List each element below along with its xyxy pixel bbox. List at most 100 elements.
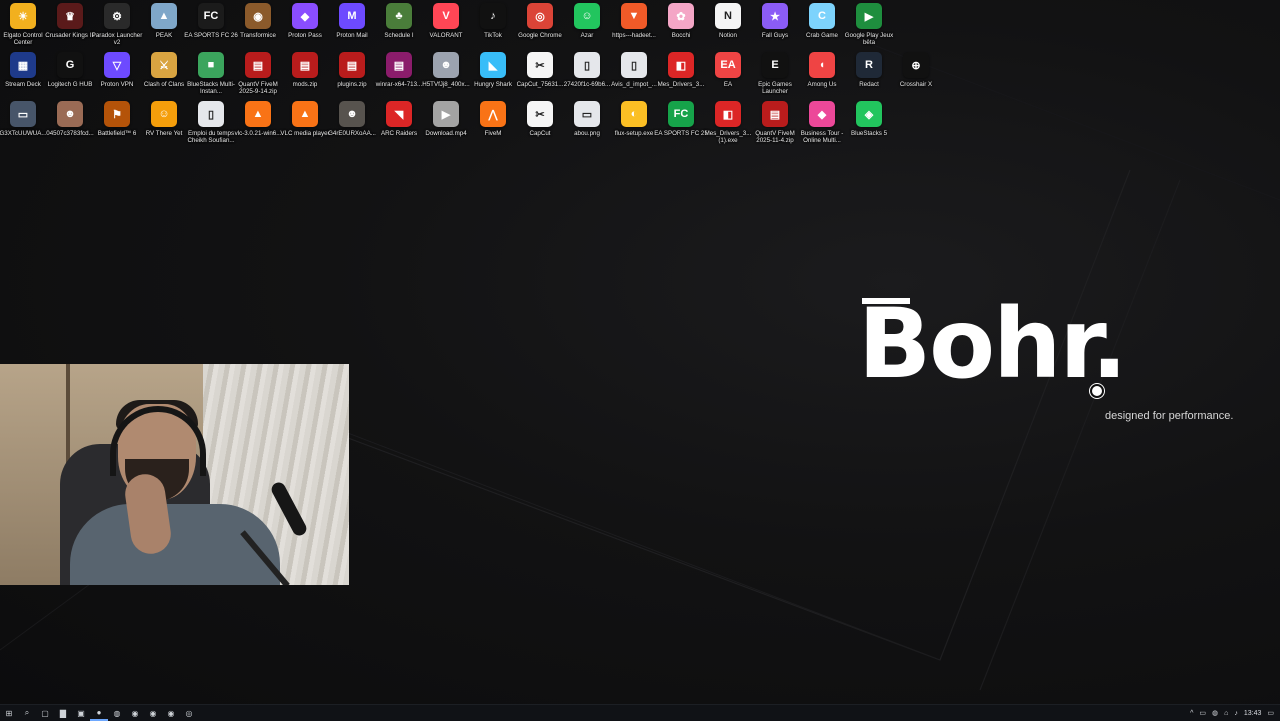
desktop-icon[interactable]: ▽ Proton VPN — [94, 52, 140, 88]
desktop-icon[interactable]: ▤ winrar-x64-713... — [376, 52, 422, 88]
desktop-icon[interactable]: ▶ Download.mp4 — [423, 101, 469, 137]
desktop-icon[interactable]: ⚔ Clash of Clans — [141, 52, 187, 88]
tray-network-icon[interactable]: ◍ — [1210, 709, 1220, 717]
tray-chevron-icon[interactable]: ^ — [1188, 710, 1195, 717]
desktop-icon[interactable]: ▯ Emploi du temps Cheikh Soufian... — [187, 101, 235, 144]
steam-icon[interactable]: ◎ — [180, 705, 198, 721]
app-icon: ✿ — [668, 3, 694, 29]
whatsapp-icon[interactable]: ◉ — [126, 705, 144, 721]
desktop-icon[interactable]: ◈ BlueStacks 5 — [846, 101, 892, 137]
desktop-icon[interactable]: ♛ Crusader Kings III — [45, 3, 95, 39]
desktop-icon[interactable]: M Proton Mail — [329, 3, 375, 39]
desktop-icon[interactable]: ▤ mods.zip — [282, 52, 328, 88]
tray-wifi-icon[interactable]: ⌂ — [1222, 710, 1230, 717]
desktop-icon-grid: ☀ Elgato Control Center ♛ Crusader Kings II… — [0, 0, 940, 150]
desktop-icon[interactable]: ☺ RV There Yet — [141, 101, 187, 137]
desktop-icon[interactable]: ⚑ Battlefield™ 6 — [94, 101, 140, 137]
desktop-icon[interactable]: E Epic Games Launcher — [752, 52, 798, 95]
desktop-icon-label: Redact — [859, 81, 879, 88]
desktop-icon[interactable]: ▤ plugins.zip — [329, 52, 375, 88]
desktop-icon[interactable]: ♣ Schedule I — [376, 3, 422, 39]
desktop-icon[interactable]: ♪ TikTok — [470, 3, 516, 39]
task-view-icon[interactable]: ▢ — [36, 705, 54, 721]
desktop-icon[interactable]: ▲ vlc-3.0.21-win6... — [235, 101, 281, 137]
app-icon: ▤ — [292, 52, 318, 78]
app-icon: ◖ — [809, 52, 835, 78]
search-icon[interactable]: ⌕ — [18, 705, 36, 721]
desktop-icon[interactable]: ✿ Bocchi — [658, 3, 704, 39]
desktop-icon[interactable]: C Crab Game — [799, 3, 845, 39]
desktop-icon[interactable]: ⊕ Crosshair X — [893, 52, 939, 88]
edge-icon[interactable]: ◍ — [108, 705, 126, 721]
app-icon: ★ — [762, 3, 788, 29]
desktop-icon[interactable]: ▼ https---hadeet... — [611, 3, 657, 39]
desktop-icon[interactable]: ◐ flux-setup.exe — [611, 101, 657, 137]
app-icon: ▶ — [856, 3, 882, 29]
start-button[interactable]: ⊞ — [0, 705, 18, 721]
desktop-icon[interactable]: ⋀ FiveM — [470, 101, 516, 137]
desktop-icon-label: Mes_Drivers_3... — [657, 81, 705, 88]
desktop-icon[interactable]: FC EA SPORTS FC 26 — [184, 3, 238, 39]
desktop-icon[interactable]: ■ BlueStacks Multi-Instan... — [187, 52, 235, 95]
desktop-icon[interactable]: ☻ G4rE0URXoAA... — [328, 101, 376, 137]
desktop-icon[interactable]: ☻ H5TVfJj8_400x... — [422, 52, 470, 88]
app-icon: C — [809, 3, 835, 29]
desktop-icon[interactable]: ★ Fall Guys — [752, 3, 798, 39]
desktop-icon[interactable]: V VALORANT — [423, 3, 469, 39]
app-icon: ⋀ — [480, 101, 506, 127]
desktop-icon[interactable]: ▦ Stream Deck — [0, 52, 46, 88]
desktop-icon[interactable]: ◆ Business Tour - Online Multi... — [799, 101, 845, 144]
desktop-icon[interactable]: ✂ CapCut — [517, 101, 563, 137]
desktop-icon[interactable]: ▭ G3XTcUUWUA... — [0, 101, 47, 137]
app-icon: ▶ — [433, 101, 459, 127]
desktop-icon[interactable]: ▲ PEAK — [141, 3, 187, 39]
desktop-icon[interactable]: R Redact — [846, 52, 892, 88]
desktop-icon[interactable]: ◧ Mes_Drivers_3... — [658, 52, 704, 88]
desktop-icon-label: Download.mp4 — [425, 130, 467, 137]
app-icon: ◧ — [715, 101, 741, 127]
desktop-icon[interactable]: ✂ CapCut_75631... — [517, 52, 563, 88]
desktop-icon[interactable]: ▶ Google Play Jeux bêta — [845, 3, 893, 46]
app-icon: ◧ — [668, 52, 694, 78]
app-icon: ◣ — [480, 52, 506, 78]
app-icon: E — [762, 52, 788, 78]
desktop-icon[interactable]: ▤ QuantV FiveM 2025-11-4.zip — [752, 101, 798, 144]
desktop-icon[interactable]: ◆ Proton Pass — [282, 3, 328, 39]
desktop-icon[interactable]: ◧ Mes_Drivers_3... (1).exe — [705, 101, 751, 144]
notification-icon[interactable]: ▭ — [1265, 709, 1276, 717]
app-icon: ◐ — [621, 101, 647, 127]
desktop-icon[interactable]: G Logitech G HUB — [47, 52, 93, 88]
desktop-icon-label: BlueStacks Multi-Instan... — [187, 81, 235, 96]
desktop-icon[interactable]: ▭ abou.png — [564, 101, 610, 137]
desktop-icon-label: H5TVfJj8_400x... — [422, 81, 470, 88]
desktop-icon[interactable]: FC EA SPORTS FC 25 — [654, 101, 708, 137]
taskbar: ⊞ ⌕ ▢ ▇ ▣ ● ◍ ◉ ◉ ◉ ◎ ^ ▭ ◍ ⌂ ♪ 13:43 ▭ — [0, 704, 1280, 721]
desktop-icon-label: Transformice — [240, 32, 276, 39]
desktop-icon[interactable]: EA EA — [705, 52, 751, 88]
desktop-icon-label: CapCut — [529, 130, 551, 137]
desktop-icon[interactable]: ▲ VLC media player — [280, 101, 330, 137]
app-icon[interactable]: ● — [90, 705, 108, 721]
desktop-icon[interactable]: ◥ ARC Raiders — [376, 101, 422, 137]
tray-clock[interactable]: 13:43 — [1242, 710, 1264, 717]
desktop-icon[interactable]: ◉ Transformice — [235, 3, 281, 39]
desktop-icon-label: FiveM — [484, 130, 502, 137]
desktop-icon[interactable]: ◣ Hungry Shark — [470, 52, 516, 88]
desktop-icon[interactable]: ☺ Azar — [564, 3, 610, 39]
file-explorer-icon[interactable]: ▇ — [54, 705, 72, 721]
tray-app-icon[interactable]: ▭ — [1197, 709, 1208, 717]
store-icon[interactable]: ▣ — [72, 705, 90, 721]
spotify-icon[interactable]: ◉ — [144, 705, 162, 721]
desktop-icon[interactable]: ◖ Among Us — [799, 52, 845, 88]
desktop-icon-label: ARC Raiders — [380, 130, 418, 137]
desktop-icon[interactable]: ☀ Elgato Control Center — [0, 3, 46, 46]
desktop-icon[interactable]: ⚙ Paradox Launcher v2 — [92, 3, 142, 46]
desktop-icon[interactable]: ☻ 04507c3783fcd... — [46, 101, 94, 137]
tray-volume-icon[interactable]: ♪ — [1232, 710, 1240, 717]
desktop-icon[interactable]: ▯ 27420f1c-69b6... — [564, 52, 610, 88]
desktop-icon[interactable]: ▯ Avis_d_impot_... — [611, 52, 657, 88]
desktop-icon[interactable]: N Notion — [705, 3, 751, 39]
discord-icon[interactable]: ◉ — [162, 705, 180, 721]
desktop-icon[interactable]: ◎ Google Chrome — [517, 3, 563, 39]
desktop-icon[interactable]: ▤ QuantV FiveM 2025-9-14.zip — [235, 52, 281, 95]
